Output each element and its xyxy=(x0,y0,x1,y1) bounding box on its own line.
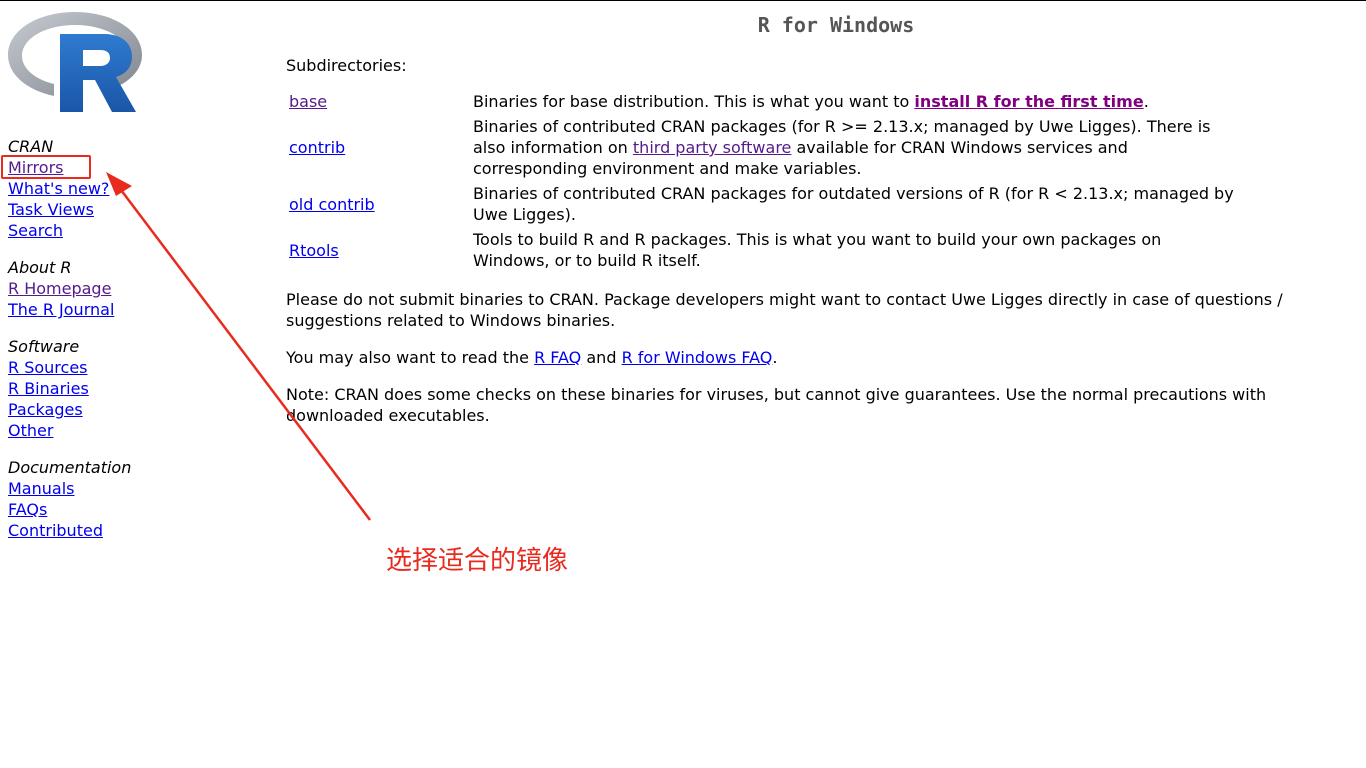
dir-desc-old-contrib: Binaries of contributed CRAN packages fo… xyxy=(473,184,1234,224)
dir-link-contrib[interactable]: contrib xyxy=(289,138,345,157)
dir-link-base[interactable]: base xyxy=(289,92,327,111)
nav-link-faqs[interactable]: FAQs xyxy=(8,499,47,520)
nav-link-r-sources[interactable]: R Sources xyxy=(8,357,88,378)
nav-link-contributed[interactable]: Contributed xyxy=(8,520,103,541)
table-row: base Binaries for base distribution. Thi… xyxy=(286,89,1238,114)
install-first-time-link[interactable]: install R for the first time xyxy=(914,92,1143,111)
dir-desc-text: . xyxy=(1143,92,1149,111)
dir-desc-rtools: Tools to build R and R packages. This is… xyxy=(473,230,1162,270)
annotation-label: 选择适合的镜像 xyxy=(386,546,569,576)
dir-desc-text: Binaries for base distribution. This is … xyxy=(473,92,915,111)
nav-link-search[interactable]: Search xyxy=(8,220,63,241)
virus-note: Note: CRAN does some checks on these bin… xyxy=(286,385,1267,425)
nav-link-packages[interactable]: Packages xyxy=(8,399,83,420)
page-title: R for Windows xyxy=(757,13,915,37)
nav-link-other[interactable]: Other xyxy=(8,420,53,441)
faq-text: You may also want to read the xyxy=(286,348,535,367)
mirrors-highlight-box xyxy=(1,155,91,179)
nav-heading-software: Software xyxy=(8,337,80,356)
dir-link-rtools[interactable]: Rtools xyxy=(289,241,339,260)
nav-group-documentation: Documentation Manuals FAQs Contributed xyxy=(8,457,248,541)
nav-link-r-journal[interactable]: The R Journal xyxy=(8,299,114,320)
nav-link-manuals[interactable]: Manuals xyxy=(8,478,74,499)
top-border xyxy=(0,0,1366,1)
nav-heading-cran: CRAN xyxy=(8,137,54,156)
table-row: contrib Binaries of contributed CRAN pac… xyxy=(286,114,1238,181)
nav-link-whats-new[interactable]: What's new? xyxy=(8,178,109,199)
r-faq-link[interactable]: R FAQ xyxy=(534,348,581,367)
nav-group-software: Software R Sources R Binaries Packages O… xyxy=(8,336,248,441)
subdirectories-table: base Binaries for base distribution. Thi… xyxy=(286,89,1238,273)
dir-desc-base: Binaries for base distribution. This is … xyxy=(470,89,1238,114)
faq-text: and xyxy=(581,348,622,367)
sidebar-nav: CRAN Mirrors What's new? Task Views Sear… xyxy=(8,136,248,557)
subdirectories-label: Subdirectories: xyxy=(286,56,407,75)
nav-group-about: About R R Homepage The R Journal xyxy=(8,257,248,320)
main-content: R for Windows Subdirectories: base Binar… xyxy=(286,8,1346,426)
r-windows-faq-link[interactable]: R for Windows FAQ xyxy=(622,348,773,367)
table-row: Rtools Tools to build R and R packages. … xyxy=(286,227,1238,273)
nav-heading-about: About R xyxy=(8,258,72,277)
nav-link-task-views[interactable]: Task Views xyxy=(8,199,94,220)
nav-link-r-binaries[interactable]: R Binaries xyxy=(8,378,89,399)
dir-desc-contrib: Binaries of contributed CRAN packages (f… xyxy=(470,114,1238,181)
faq-paragraph: You may also want to read the R FAQ and … xyxy=(286,347,1346,368)
submit-notice: Please do not submit binaries to CRAN. P… xyxy=(286,290,1283,330)
nav-group-cran: CRAN Mirrors What's new? Task Views Sear… xyxy=(8,136,248,241)
r-logo-icon[interactable] xyxy=(8,8,142,114)
nav-heading-documentation: Documentation xyxy=(8,458,132,477)
table-row: old contrib Binaries of contributed CRAN… xyxy=(286,181,1238,227)
nav-link-r-homepage[interactable]: R Homepage xyxy=(8,278,111,299)
dir-link-old-contrib[interactable]: old contrib xyxy=(289,195,375,214)
faq-text: . xyxy=(772,348,778,367)
third-party-software-link[interactable]: third party software xyxy=(633,138,791,157)
